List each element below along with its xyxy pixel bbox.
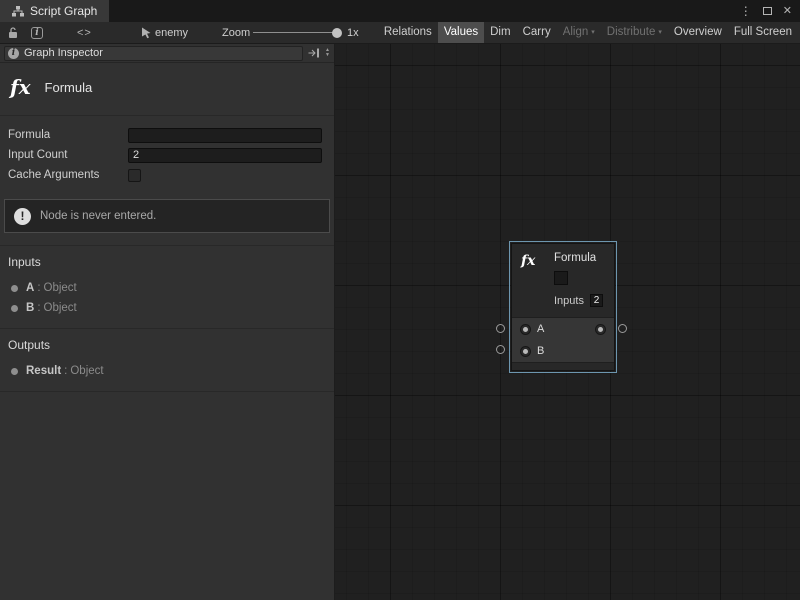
port-dot-icon xyxy=(11,285,18,292)
scroll-spinner[interactable]: ▲ ▼ xyxy=(325,48,330,58)
port-label: Result:Object xyxy=(26,365,104,377)
cache-arguments-field-row: Cache Arguments xyxy=(0,165,334,185)
graph-pointer-icon xyxy=(141,22,152,43)
result-output-port-dot[interactable] xyxy=(596,325,605,334)
maximize-icon[interactable] xyxy=(763,7,772,15)
tab-label: Script Graph xyxy=(30,4,97,18)
inputs-section: Inputs A:Object B:Object xyxy=(0,245,334,328)
node-inputs-row: Inputs 2 xyxy=(554,293,608,308)
zoom-slider-handle[interactable] xyxy=(332,28,342,38)
formula-node-selection: fx Formula Inputs 2 A xyxy=(509,241,617,373)
zoom-value: 1x xyxy=(347,22,359,43)
unity-script-graph-window: Script Graph ⋮ ✕ i <> enemy Zoom xyxy=(0,0,800,600)
script-graph-icon xyxy=(12,6,24,17)
input-port-a-dot[interactable] xyxy=(521,325,530,334)
lock-icon[interactable] xyxy=(7,22,19,43)
warning-text: Node is never entered. xyxy=(40,210,156,222)
input-port-b-dot[interactable] xyxy=(521,347,530,356)
overview-button[interactable]: Overview xyxy=(668,22,728,43)
carry-button[interactable]: Carry xyxy=(517,22,557,43)
unit-title-block: fx Formula xyxy=(0,63,334,116)
chevron-down-icon: ▾ xyxy=(591,29,595,36)
node-inputs-label: Inputs xyxy=(554,295,584,307)
free-port-left-b[interactable] xyxy=(496,345,505,354)
input-port-b: B:Object xyxy=(0,298,334,318)
node-header: fx Formula Inputs 2 xyxy=(512,244,614,317)
graph-toolbar: i <> enemy Zoom 1x Relations Values Dim … xyxy=(0,22,800,44)
formula-input[interactable] xyxy=(128,128,322,143)
port-b-label: B xyxy=(537,345,544,357)
outputs-section: Outputs Result:Object xyxy=(0,328,334,392)
inspector-header: i Graph Inspector ▲ ▼ xyxy=(0,44,334,63)
cache-arguments-field-label: Cache Arguments xyxy=(8,169,128,181)
dim-button[interactable]: Dim xyxy=(484,22,516,43)
fx-icon: fx xyxy=(10,75,31,99)
input-port-a: A:Object xyxy=(0,278,334,298)
node-input-count[interactable]: 2 xyxy=(590,294,603,307)
window-controls: ⋮ ✕ xyxy=(740,0,792,22)
free-port-left-a[interactable] xyxy=(496,324,505,333)
zoom-label: Zoom xyxy=(222,22,250,43)
zoom-slider-track[interactable] xyxy=(253,32,341,33)
node-formula-input[interactable] xyxy=(554,271,568,285)
edit-code-icon[interactable]: <> xyxy=(77,22,92,43)
dock-icon[interactable] xyxy=(308,48,320,58)
inspector-toggle-icon[interactable]: i xyxy=(31,22,43,43)
align-dropdown[interactable]: Align▾ xyxy=(557,22,601,43)
spin-down-icon[interactable]: ▼ xyxy=(325,53,330,58)
unit-fields: Formula Input Count Cache Arguments xyxy=(0,116,334,189)
distribute-dropdown[interactable]: Distribute▾ xyxy=(601,22,668,43)
toolbar-buttons: Relations Values Dim Carry Align▾ Distri… xyxy=(378,22,798,43)
close-icon[interactable]: ✕ xyxy=(783,6,792,17)
tab-script-graph[interactable]: Script Graph xyxy=(0,0,109,22)
inspector-header-box: i Graph Inspector xyxy=(4,46,303,61)
window-menu-icon[interactable]: ⋮ xyxy=(740,5,752,17)
outputs-section-header: Outputs xyxy=(0,336,334,361)
free-port-right-result[interactable] xyxy=(618,324,627,333)
formula-field-row: Formula xyxy=(0,125,334,145)
output-port-result: Result:Object xyxy=(0,361,334,381)
node-title: Formula xyxy=(554,251,608,265)
node-ports: A B xyxy=(512,317,614,362)
port-dot-icon xyxy=(11,305,18,312)
inputs-section-header: Inputs xyxy=(0,253,334,278)
node-footer xyxy=(512,362,614,370)
port-label: A:Object xyxy=(26,282,77,294)
fx-icon: fx xyxy=(521,253,535,269)
input-count-field-label: Input Count xyxy=(8,149,128,161)
full-screen-button[interactable]: Full Screen xyxy=(728,22,798,43)
inspector-header-title: Graph Inspector xyxy=(24,47,103,59)
graph-object-name[interactable]: enemy xyxy=(155,22,188,43)
relations-button[interactable]: Relations xyxy=(378,22,438,43)
graph-canvas[interactable]: fx Formula Inputs 2 A xyxy=(335,44,800,600)
warning-box: ! Node is never entered. xyxy=(4,199,330,233)
formula-node[interactable]: fx Formula Inputs 2 A xyxy=(511,243,615,371)
node-port-row-b: B xyxy=(512,340,614,362)
chevron-down-icon: ▾ xyxy=(658,29,662,36)
input-count-field-row: Input Count xyxy=(0,145,334,165)
port-a-label: A xyxy=(537,323,544,335)
values-button[interactable]: Values xyxy=(438,22,484,43)
node-port-row-a: A xyxy=(512,318,614,340)
graph-inspector-panel: i Graph Inspector ▲ ▼ fx Formula Formula… xyxy=(0,44,335,600)
formula-field-label: Formula xyxy=(8,129,128,141)
port-label: B:Object xyxy=(26,302,77,314)
unit-title: Formula xyxy=(45,80,93,95)
warning-icon: ! xyxy=(14,208,31,225)
tab-bar: Script Graph ⋮ ✕ xyxy=(0,0,800,22)
cache-arguments-checkbox[interactable] xyxy=(128,169,141,182)
input-count-input[interactable] xyxy=(128,148,322,163)
port-dot-icon xyxy=(11,368,18,375)
info-icon: i xyxy=(8,48,19,59)
